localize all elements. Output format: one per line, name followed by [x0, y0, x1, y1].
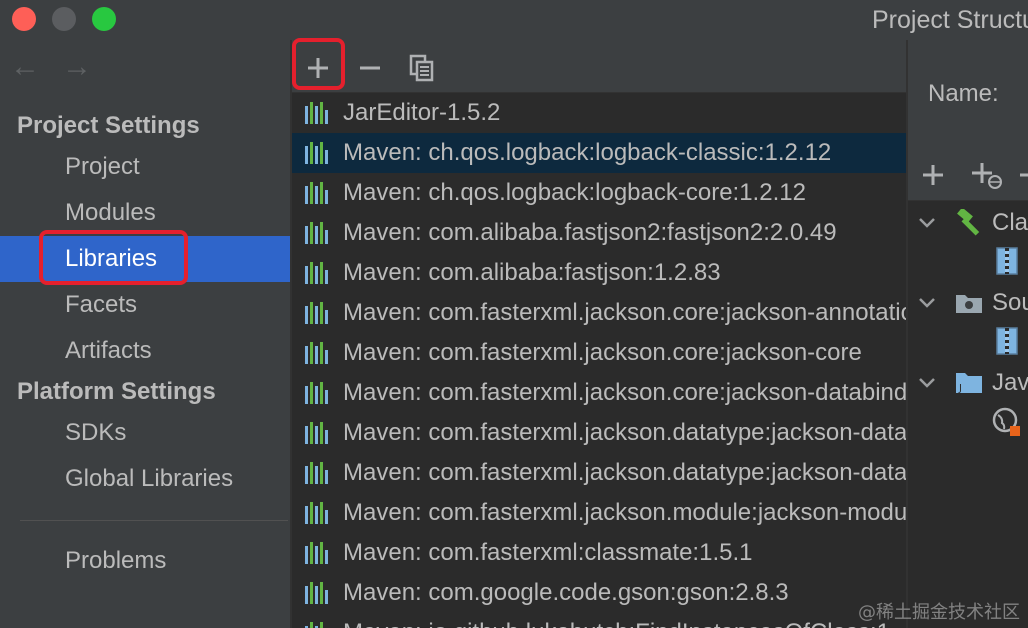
- remove-library-button[interactable]: [350, 48, 390, 88]
- roots-tree[interactable]: Classes Sources: [908, 201, 1028, 628]
- hammer-icon: [954, 207, 984, 237]
- library-icon: [305, 102, 335, 124]
- javadoc-folder-icon: J: [954, 369, 984, 397]
- library-label: Maven: com.fasterxml.jackson.datatype:ja…: [343, 459, 906, 486]
- library-icon: [305, 182, 335, 204]
- sidebar-item-project[interactable]: Project: [0, 144, 290, 190]
- library-detail-panel: Name: Classes: [908, 40, 1028, 628]
- forward-arrow-icon[interactable]: →: [62, 52, 92, 82]
- library-icon: [305, 462, 335, 484]
- library-row[interactable]: Maven: com.fasterxml.jackson.module:jack…: [292, 493, 906, 533]
- library-row[interactable]: Maven: ch.qos.logback:logback-classic:1.…: [292, 133, 906, 173]
- back-arrow-icon[interactable]: ←: [10, 52, 40, 82]
- library-row[interactable]: Maven: com.alibaba:fastjson:1.2.83: [292, 253, 906, 293]
- name-label: Name:: [928, 80, 999, 107]
- library-row[interactable]: Maven: com.fasterxml.jackson.datatype:ja…: [292, 413, 906, 453]
- library-label: Maven: com.fasterxml.jackson.datatype:ja…: [343, 419, 906, 446]
- library-list[interactable]: JarEditor-1.5.2 Maven: ch.qos.logback:log…: [292, 93, 906, 628]
- library-row[interactable]: Maven: ch.qos.logback:logback-core:1.2.1…: [292, 173, 906, 213]
- tree-label-javadocs: JavaDocs: [992, 369, 1028, 396]
- minus-icon: [1020, 173, 1028, 177]
- copy-icon: [409, 54, 434, 82]
- minimize-window-button[interactable]: [52, 7, 76, 31]
- tree-label-sources: Sources: [992, 289, 1028, 316]
- folder-icon: [954, 289, 984, 317]
- library-icon: [305, 382, 335, 404]
- tree-node-sources[interactable]: Sources: [908, 283, 1028, 323]
- sidebar-item-facets[interactable]: Facets: [0, 282, 290, 328]
- library-row[interactable]: Maven: com.google.code.gson:gson:2.8.3: [292, 573, 906, 613]
- library-icon: [305, 502, 335, 524]
- maximize-window-button[interactable]: [92, 7, 116, 31]
- library-label: Maven: ch.qos.logback:logback-classic:1.…: [343, 139, 832, 166]
- library-label: JarEditor-1.5.2: [343, 99, 501, 126]
- library-label: Maven: io.github.lukehutch:FindInstances…: [343, 619, 890, 628]
- libraries-panel: JarEditor-1.5.2 Maven: ch.qos.logback:log…: [292, 38, 906, 628]
- add-library-button[interactable]: [298, 48, 338, 88]
- library-icon: [305, 622, 335, 628]
- tree-label-classes: Classes: [992, 209, 1028, 236]
- library-icon: [305, 222, 335, 244]
- watermark-text: @稀土掘金技术社区: [858, 602, 1020, 623]
- tree-node-classes[interactable]: Classes: [908, 203, 1028, 243]
- library-icon: [305, 342, 335, 364]
- sidebar-item-global-libraries[interactable]: Global Libraries: [0, 456, 290, 502]
- library-row[interactable]: Maven: com.fasterxml:classmate:1.5.1: [292, 533, 906, 573]
- sidebar-item-modules[interactable]: Modules: [0, 190, 290, 236]
- add-url-button[interactable]: [972, 162, 1004, 196]
- library-row[interactable]: Maven: io.github.lukehutch:FindInstances…: [292, 613, 906, 628]
- library-row[interactable]: Maven: com.fasterxml.jackson.core:jackso…: [292, 373, 906, 413]
- library-icon: [305, 422, 335, 444]
- minus-icon: [360, 66, 380, 70]
- library-icon: [305, 142, 335, 164]
- sidebar-divider: [20, 520, 288, 521]
- tree-node-javadocs[interactable]: J JavaDocs: [908, 363, 1028, 403]
- sidebar-item-sdks[interactable]: SDKs: [0, 410, 290, 456]
- library-icon: [305, 582, 335, 604]
- library-icon: [305, 542, 335, 564]
- library-label: Maven: com.fasterxml.jackson.core:jackso…: [343, 299, 906, 326]
- project-settings-heading: Project Settings: [17, 112, 200, 139]
- sidebar-item-problems[interactable]: Problems: [0, 538, 290, 584]
- library-label: Maven: com.google.code.gson:gson:2.8.3: [343, 579, 789, 606]
- chevron-down-icon: [918, 372, 942, 395]
- chevron-down-icon: [918, 212, 942, 235]
- library-icon: [305, 262, 335, 284]
- library-row[interactable]: Maven: com.fasterxml.jackson.core:jackso…: [292, 293, 906, 333]
- jar-file-icon: [996, 247, 1018, 275]
- title-bar: Project Structure: [0, 0, 1028, 40]
- copy-library-button[interactable]: [402, 48, 442, 88]
- library-label: Maven: com.fasterxml:classmate:1.5.1: [343, 539, 753, 566]
- library-row[interactable]: JarEditor-1.5.2: [292, 93, 906, 133]
- svg-text:J: J: [958, 383, 962, 394]
- library-row[interactable]: Maven: com.fasterxml.jackson.core:jackso…: [292, 333, 906, 373]
- platform-settings-heading: Platform Settings: [17, 378, 216, 405]
- window-title: Project Structure: [872, 6, 1028, 34]
- add-root-button[interactable]: [922, 162, 944, 192]
- library-label: Maven: com.fasterxml.jackson.core:jackso…: [343, 379, 906, 406]
- jar-file-icon: [996, 327, 1018, 355]
- remove-root-button[interactable]: [1020, 162, 1028, 192]
- library-row[interactable]: Maven: com.alibaba.fastjson2:fastjson2:2…: [292, 213, 906, 253]
- plus-icon: [923, 165, 943, 185]
- library-icon: [305, 302, 335, 324]
- plus-icon: [308, 58, 328, 78]
- settings-sidebar: ← → Project Settings Project Modules Lib…: [0, 40, 290, 628]
- sidebar-item-libraries[interactable]: Libraries: [0, 236, 290, 282]
- library-label: Maven: com.alibaba.fastjson2:fastjson2:2…: [343, 219, 837, 246]
- chevron-down-icon: [918, 292, 942, 315]
- library-label: Maven: ch.qos.logback:logback-core:1.2.1…: [343, 179, 806, 206]
- close-window-button[interactable]: [12, 7, 36, 31]
- library-label: Maven: com.alibaba:fastjson:1.2.83: [343, 259, 721, 286]
- sidebar-item-artifacts[interactable]: Artifacts: [0, 328, 290, 374]
- library-row[interactable]: Maven: com.fasterxml.jackson.datatype:ja…: [292, 453, 906, 493]
- library-label: Maven: com.fasterxml.jackson.module:jack…: [343, 499, 906, 526]
- plus-globe-icon: [972, 163, 1002, 189]
- web-link-icon: [992, 407, 1020, 436]
- library-label: Maven: com.fasterxml.jackson.core:jackso…: [343, 339, 862, 366]
